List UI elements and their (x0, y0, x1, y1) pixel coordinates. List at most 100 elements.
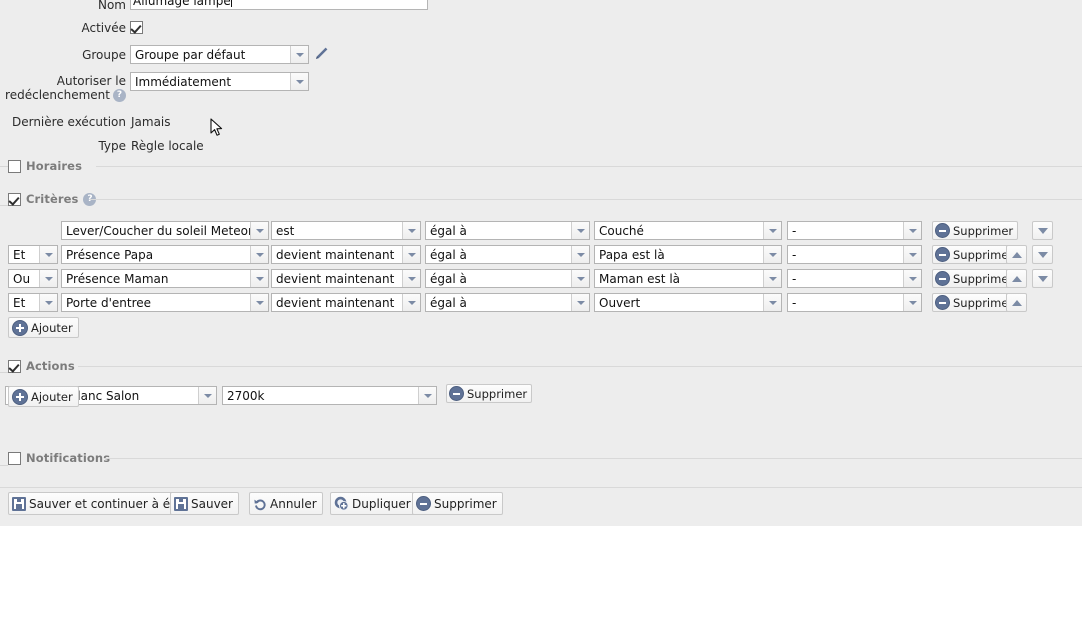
move-down-button[interactable] (1032, 245, 1053, 264)
criteria-comparator-value-2: égal à (430, 271, 467, 286)
save-button[interactable]: Sauver (170, 492, 239, 515)
group-select[interactable]: Groupe par défaut (130, 45, 309, 64)
duplicate-icon (334, 496, 349, 511)
move-up-button[interactable] (1006, 269, 1027, 288)
help-icon[interactable]: ? (113, 88, 126, 102)
criteria-comparator-select-0[interactable]: égal à (425, 221, 590, 240)
plus-circle-icon (12, 388, 28, 405)
section-actions-header[interactable]: Actions (8, 359, 75, 373)
chevron-down-icon (903, 270, 921, 287)
criteria-value-select-3[interactable]: Ouvert (594, 293, 782, 312)
move-up-button[interactable] (1006, 293, 1027, 312)
move-up-button[interactable] (1006, 245, 1027, 264)
delete-button[interactable]: Supprimer (412, 492, 503, 515)
rule-editor-panel: Nom Allumage lampe Activée Groupe Groupe… (0, 0, 1082, 526)
chevron-down-icon (198, 387, 216, 404)
action-value-select-0[interactable]: 2700k (222, 386, 437, 405)
group-label-wrap: Groupe (0, 48, 126, 62)
legend-rule-right (78, 366, 1082, 367)
criteria-extra-value-2: - (792, 271, 797, 286)
criteria-logic-value-3: Et (13, 295, 26, 310)
criteria-comparator-select-1[interactable]: égal à (425, 245, 590, 264)
criteria-operator-select-2[interactable]: devient maintenant (271, 269, 421, 288)
chevron-down-icon (402, 294, 420, 311)
name-input[interactable]: Allumage lampe (130, 0, 428, 10)
actions-checkbox[interactable] (8, 359, 21, 373)
undo-icon (253, 497, 267, 511)
legend-rule-left (0, 205, 8, 206)
criteria-logic-select-1[interactable]: Et (8, 245, 58, 264)
retrigger-select-value: Immédiatement (135, 74, 232, 89)
retrigger-select[interactable]: Immédiatement (130, 72, 309, 91)
criteria-operator-select-0[interactable]: est (271, 221, 421, 240)
enabled-label-wrap: Activée (0, 21, 126, 35)
name-label: Nom (97, 0, 126, 12)
criteria-comparator-value-1: égal à (430, 247, 467, 262)
criteres-label: Critères (26, 192, 79, 206)
criteria-device-value-2: Présence Maman (66, 271, 169, 286)
criteria-comparator-select-3[interactable]: égal à (425, 293, 590, 312)
chevron-down-icon (250, 270, 268, 287)
enabled-checkbox[interactable] (130, 21, 143, 34)
criteria-comparator-select-2[interactable]: égal à (425, 269, 590, 288)
chevron-down-icon (402, 246, 420, 263)
legend-rule-left (0, 166, 8, 167)
retrigger-label-line2: redéclenchement (5, 88, 110, 102)
criteria-device-select-1[interactable]: Présence Papa (61, 245, 269, 264)
criteria-device-select-2[interactable]: Présence Maman (61, 269, 269, 288)
chevron-down-icon (571, 246, 589, 263)
criteria-value-value-0: Couché (599, 223, 644, 238)
criteria-delete-button-0[interactable]: Supprimer (932, 221, 1019, 240)
duplicate-button[interactable]: Dupliquer (330, 492, 417, 515)
chevron-down-icon (763, 270, 781, 287)
chevron-down-icon (903, 222, 921, 239)
triangle-down-icon (1037, 227, 1048, 234)
chevron-down-icon (571, 270, 589, 287)
mouse-cursor (210, 118, 224, 138)
criteria-delete-button-0-label: Supprimer (953, 223, 1014, 238)
horaires-checkbox[interactable] (8, 159, 21, 173)
actions-label: Actions (26, 359, 75, 373)
retrigger-label-line1: Autoriser le (56, 74, 126, 88)
section-notifications-header[interactable]: Notifications (8, 451, 110, 465)
criteria-operator-select-3[interactable]: devient maintenant (271, 293, 421, 312)
group-select-value: Groupe par défaut (135, 47, 246, 62)
action-delete-button-0[interactable]: Supprimer (446, 384, 533, 403)
criteria-value-select-0[interactable]: Couché (594, 221, 782, 240)
criteria-extra-select-3[interactable]: - (787, 293, 922, 312)
criteria-add-button[interactable]: Ajouter (8, 317, 79, 338)
pencil-icon[interactable] (313, 46, 329, 62)
section-horaires-header[interactable]: Horaires (8, 159, 82, 173)
chevron-down-icon (763, 222, 781, 239)
criteria-value-select-1[interactable]: Papa est là (594, 245, 782, 264)
criteria-value-value-2: Maman est là (599, 271, 681, 286)
move-down-button[interactable] (1032, 269, 1053, 288)
criteria-operator-select-1[interactable]: devient maintenant (271, 245, 421, 264)
criteria-delete-button-2-label: Supprimer (953, 271, 1014, 286)
criteria-extra-select-0[interactable]: - (787, 221, 922, 240)
cancel-button[interactable]: Annuler (249, 492, 323, 515)
triangle-up-icon (1011, 299, 1022, 306)
minus-circle-icon (935, 271, 950, 286)
criteria-device-select-3[interactable]: Porte d'entree (61, 293, 269, 312)
actions-add-button[interactable]: Ajouter (8, 386, 79, 407)
type-label: Type (98, 139, 126, 153)
criteria-add-label: Ajouter (31, 320, 73, 335)
enabled-label: Activée (81, 21, 126, 35)
cancel-label: Annuler (270, 496, 317, 511)
action-value-value-0: 2700k (227, 388, 265, 403)
criteria-logic-select-3[interactable]: Et (8, 293, 58, 312)
chevron-down-icon (39, 246, 57, 263)
criteria-value-select-2[interactable]: Maman est là (594, 269, 782, 288)
criteria-extra-select-2[interactable]: - (787, 269, 922, 288)
criteria-device-select-0[interactable]: Lever/Coucher du soleil Meteorolo (61, 221, 269, 240)
criteres-checkbox[interactable] (8, 192, 21, 206)
criteria-value-value-1: Papa est là (599, 247, 665, 262)
text-caret (230, 0, 232, 7)
section-criteres-header[interactable]: Critères ? (8, 192, 97, 206)
notifications-checkbox[interactable] (8, 451, 21, 465)
criteria-extra-select-1[interactable]: - (787, 245, 922, 264)
move-down-button[interactable] (1032, 221, 1053, 240)
triangle-up-icon (1011, 275, 1022, 282)
criteria-logic-select-2[interactable]: Ou (8, 269, 58, 288)
